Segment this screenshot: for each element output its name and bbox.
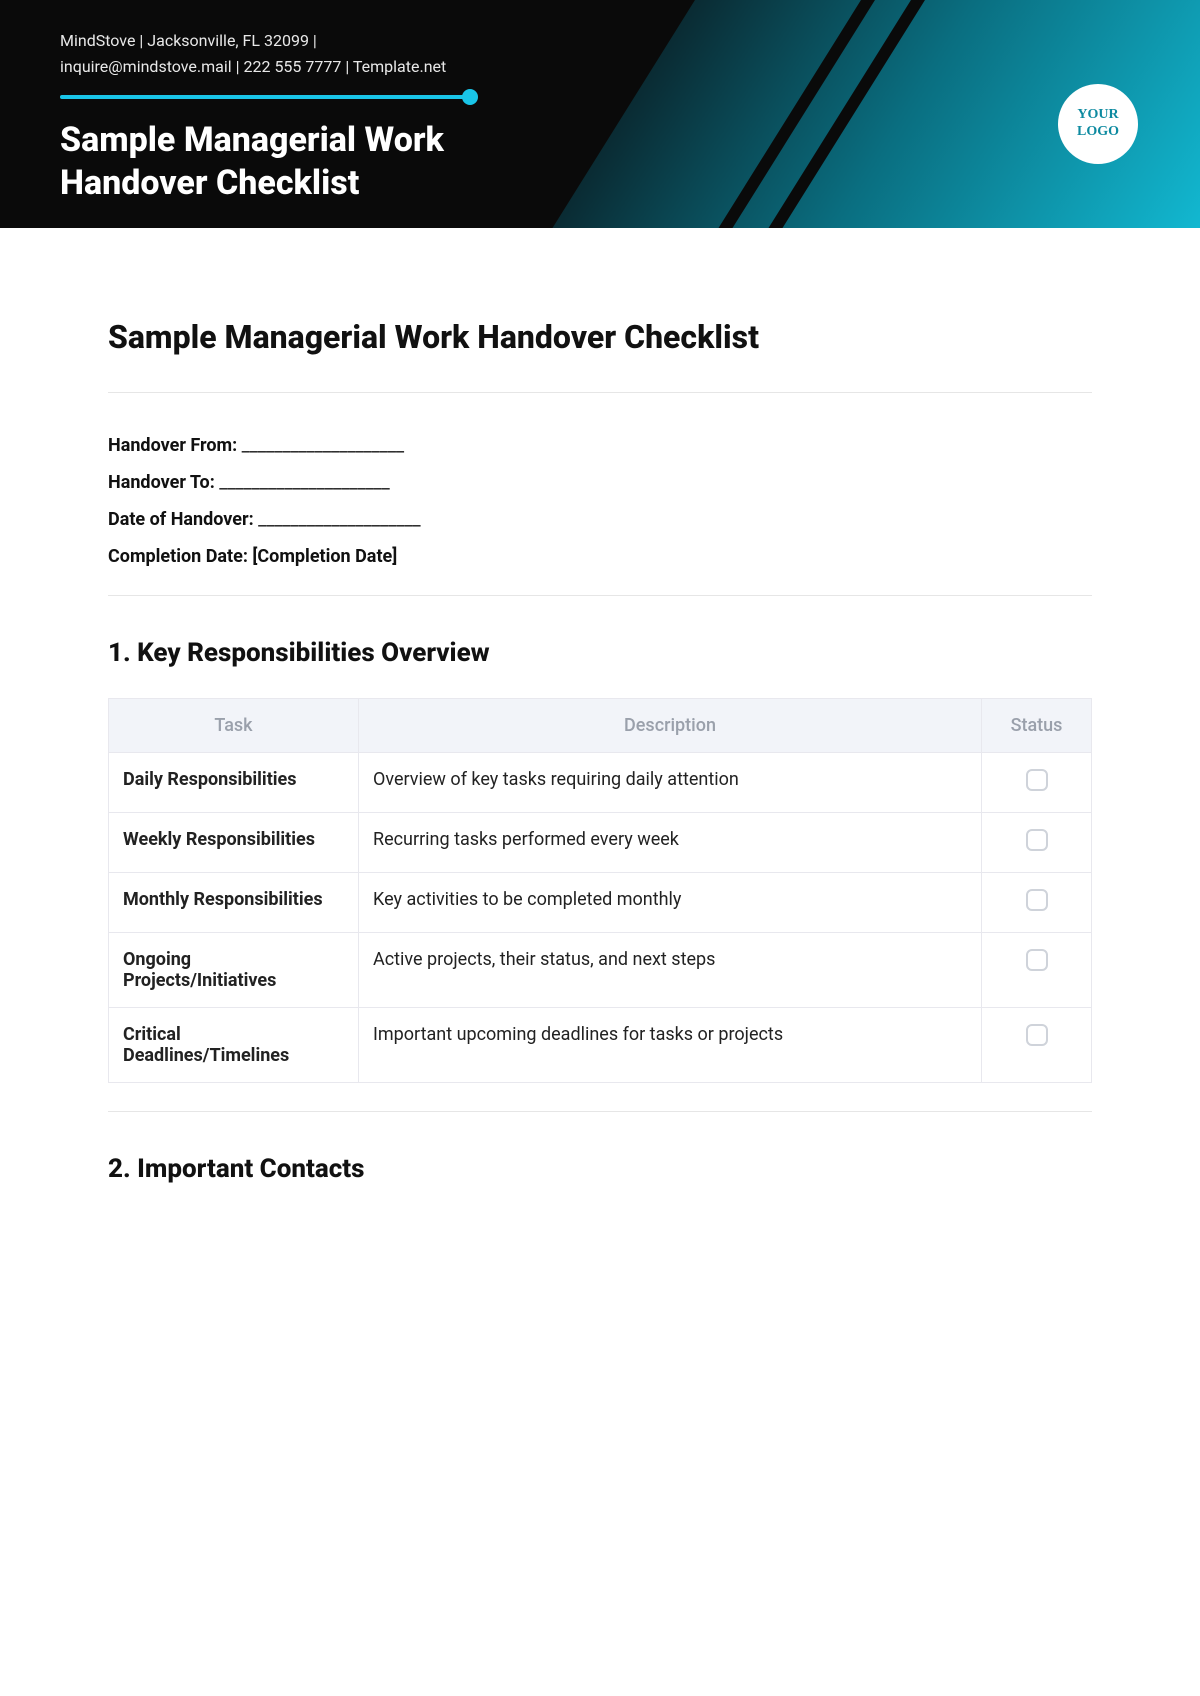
section-1-heading: 1. Key Responsibilities Overview [108, 638, 1092, 668]
field-handover-to: Handover To: _____________________ [108, 472, 1092, 493]
cell-status [982, 813, 1092, 873]
cell-description: Overview of key tasks requiring daily at… [359, 753, 982, 813]
company-info-line1: MindStove | Jacksonville, FL 32099 | [50, 28, 1150, 54]
table-row: Weekly Responsibilities Recurring tasks … [109, 813, 1092, 873]
logo-placeholder: YOUR LOGO [1058, 84, 1138, 164]
header-title-line1: Sample Managerial Work [60, 120, 444, 160]
logo-text-line2: LOGO [1077, 124, 1119, 139]
cell-description: Important upcoming deadlines for tasks o… [359, 1008, 982, 1083]
field-completion-date: Completion Date: [Completion Date] [108, 546, 1092, 567]
table-row: Ongoing Projects/Initiatives Active proj… [109, 933, 1092, 1008]
cell-task: Daily Responsibilities [109, 753, 359, 813]
field-label: Handover To: [108, 472, 215, 493]
company-info-line2: inquire@mindstove.mail | 222 555 7777 | … [50, 54, 1150, 80]
field-label: Completion Date: [108, 546, 248, 567]
checkbox-icon[interactable] [1026, 769, 1048, 791]
field-blank[interactable]: ____________________ [237, 435, 404, 456]
field-blank[interactable]: _____________________ [215, 472, 390, 493]
field-label: Date of Handover: [108, 509, 254, 530]
responsibilities-table: Task Description Status Daily Responsibi… [108, 698, 1092, 1083]
table-row: Monthly Responsibilities Key activities … [109, 873, 1092, 933]
divider [108, 1111, 1092, 1112]
accent-bar [60, 95, 470, 99]
section-2-heading: 2. Important Contacts [108, 1154, 1092, 1184]
field-value[interactable]: [Completion Date] [248, 546, 397, 567]
cell-task: Critical Deadlines/Timelines [109, 1008, 359, 1083]
cell-task: Weekly Responsibilities [109, 813, 359, 873]
table-row: Critical Deadlines/Timelines Important u… [109, 1008, 1092, 1083]
header-band: MindStove | Jacksonville, FL 32099 | inq… [0, 0, 1200, 228]
header-title: Sample Managerial Work Handover Checklis… [60, 119, 580, 204]
cell-status [982, 873, 1092, 933]
col-description: Description [359, 699, 982, 753]
field-blank[interactable]: ____________________ [254, 509, 421, 530]
cell-task: Ongoing Projects/Initiatives [109, 933, 359, 1008]
field-label: Handover From: [108, 435, 237, 456]
divider [108, 595, 1092, 596]
divider [108, 392, 1092, 393]
col-task: Task [109, 699, 359, 753]
cell-status [982, 1008, 1092, 1083]
checkbox-icon[interactable] [1026, 1024, 1048, 1046]
header-inner: MindStove | Jacksonville, FL 32099 | inq… [0, 0, 1200, 204]
cell-task: Monthly Responsibilities [109, 873, 359, 933]
checkbox-icon[interactable] [1026, 829, 1048, 851]
header-title-line2: Handover Checklist [60, 163, 359, 203]
cell-description: Key activities to be completed monthly [359, 873, 982, 933]
cell-description: Recurring tasks performed every week [359, 813, 982, 873]
document-content: Sample Managerial Work Handover Checklis… [0, 228, 1200, 1274]
document-title: Sample Managerial Work Handover Checklis… [108, 318, 1092, 356]
col-status: Status [982, 699, 1092, 753]
table-header-row: Task Description Status [109, 699, 1092, 753]
checkbox-icon[interactable] [1026, 949, 1048, 971]
checkbox-icon[interactable] [1026, 889, 1048, 911]
logo-text-line1: YOUR [1077, 107, 1118, 122]
field-handover-from: Handover From: ____________________ [108, 435, 1092, 456]
table-row: Daily Responsibilities Overview of key t… [109, 753, 1092, 813]
cell-status [982, 753, 1092, 813]
cell-status [982, 933, 1092, 1008]
field-date-of-handover: Date of Handover: ____________________ [108, 509, 1092, 530]
cell-description: Active projects, their status, and next … [359, 933, 982, 1008]
